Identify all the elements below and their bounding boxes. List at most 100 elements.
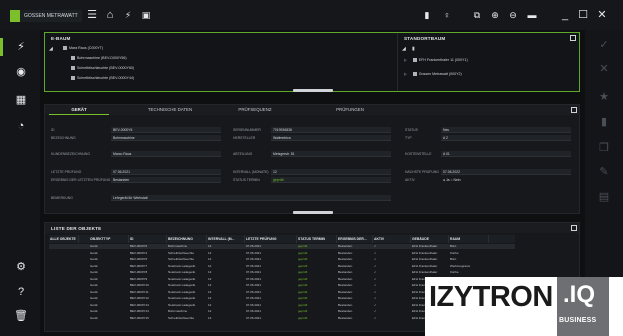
letzte-pruefung-input[interactable]: 07.06.2021	[111, 169, 221, 175]
table-row[interactable]: Gerät BEV-0000Y7 Notebook Ladegerät 12 07.06…	[49, 264, 515, 269]
bemerkung-input[interactable]: Lehrgerät für Werkstatt	[111, 195, 391, 201]
status-select[interactable]: Neu	[441, 127, 571, 133]
trash-icon[interactable]: ▮	[412, 46, 415, 52]
table-cell: Notebook Ladegerät	[168, 302, 196, 307]
settings-icon[interactable]: ⚙	[14, 260, 28, 274]
table-cell: 12	[208, 309, 212, 313]
table-row[interactable]: Gerät BEV-0000Y4 Schreibtischleuchte 12 07.0…	[49, 251, 515, 256]
col-aktiv[interactable]: AKTIV	[373, 235, 411, 243]
gauge-icon[interactable]: ◔	[14, 119, 28, 133]
tree-node[interactable]: Schreibtischleuchte (BEV-0000Y44)	[71, 76, 134, 82]
col-ergebnis[interactable]: ERGEBNIS DER...	[337, 235, 373, 243]
col-id[interactable]: ID	[129, 235, 167, 243]
tree-node[interactable]: ▷ EFH Frankenthaler 11 (000Y1)	[404, 58, 468, 64]
tree-node[interactable]: Schreibtischleuchte (BEV-0000Y60)	[71, 66, 134, 72]
tab-technische-daten[interactable]: TECHNISCHE DATEN	[135, 105, 205, 115]
table-cell: BEV-0000Y9	[130, 276, 148, 281]
intervall-input[interactable]: 12	[271, 169, 391, 175]
field-aktiv: AKTIV ● Ja ○ Nein	[405, 177, 575, 183]
naechste-pruefung-input[interactable]: 07.06.2022	[441, 169, 571, 175]
aktiv-radio-group[interactable]: ● Ja ○ Nein	[441, 177, 501, 183]
table-cell: 07.06.2021	[246, 244, 262, 248]
table-cell: 12	[208, 315, 212, 320]
splitter-handle[interactable]	[293, 211, 333, 214]
col-bezeichnung[interactable]: BEZEICHNUNG	[167, 235, 207, 243]
menu-icon[interactable]: ☰	[86, 9, 98, 21]
collapse-icon[interactable]: ◢	[402, 46, 406, 52]
table-cell: 07.06.2021	[246, 250, 262, 255]
plug-icon[interactable]: ⚡	[122, 9, 134, 21]
calendar-icon[interactable]: ▦	[14, 93, 28, 107]
table-cell: 07.06.2021	[246, 302, 262, 307]
home-icon[interactable]: ⌂	[104, 9, 116, 21]
bulb-icon[interactable]: ♀	[441, 9, 453, 21]
table-cell: ✓	[374, 250, 377, 255]
detail-panel: GERÄT TECHNISCHE DATEN PRÜFSEQUENZ PRÜFU…	[44, 104, 580, 214]
splitter-handle[interactable]	[293, 89, 333, 92]
card-icon[interactable]: ▣	[140, 9, 152, 21]
check-icon[interactable]: ✓	[597, 38, 611, 52]
copy-icon[interactable]: ❐	[597, 141, 611, 155]
zoom-in-icon[interactable]: ⊕	[489, 9, 501, 21]
table-cell: ✓	[374, 289, 377, 294]
object-list-title: LISTE DER OBJEKTE	[51, 226, 102, 231]
table-cell: Bohrmaschine	[168, 309, 188, 313]
close-icon[interactable]: ✕	[596, 9, 608, 21]
zoom-out-icon[interactable]: ⊖	[507, 9, 519, 21]
table-cell: Bestanden	[338, 244, 353, 248]
abteilung-select[interactable]: Metzgerstr. 81	[271, 151, 391, 157]
database-icon[interactable]: ◉	[14, 65, 28, 79]
table-cell: 07.06.2021	[246, 296, 262, 300]
col-status-termin[interactable]: STATUS TERMIN	[297, 235, 337, 243]
server-icon[interactable]: ▮	[421, 9, 433, 21]
hersteller-select[interactable]: Wallmetrica	[271, 135, 391, 141]
tab-geraet[interactable]: GERÄT	[49, 105, 109, 115]
col-intervall[interactable]: INTERVALL (M...	[207, 235, 245, 243]
table-cell: Notebook Ladegerät	[168, 289, 196, 294]
col-alle-objekte[interactable]: ALLE OBJEKTE	[49, 235, 79, 243]
cancel-icon[interactable]: ✕	[597, 62, 611, 76]
pin-icon[interactable]: ✎	[597, 165, 611, 179]
typ-select[interactable]: A 2	[441, 135, 571, 141]
kostenstelle-select[interactable]: A 01	[441, 151, 571, 157]
minimize-icon[interactable]: _	[559, 9, 571, 21]
col-raum[interactable]: RAUM	[449, 235, 489, 243]
table-cell: BEV-0000Y14	[130, 309, 149, 313]
tab-pruefungen[interactable]: PRÜFUNGEN	[320, 105, 380, 115]
battery-icon[interactable]: ▬	[526, 9, 538, 21]
table-cell: Bestanden	[338, 296, 353, 300]
tree-node[interactable]: Mara Raus (C000YT)	[63, 46, 103, 52]
col-gebaeude[interactable]: GEBÄUDE	[411, 235, 449, 243]
col-objekttyp[interactable]: OBJEKTTYP	[89, 235, 129, 243]
table-cell: Gerät	[90, 302, 98, 307]
id-input[interactable]: BEV-0000Y6	[111, 127, 221, 133]
table-row[interactable]: Gerät BEV-0000Y5 Schreibtischleuchte 12 07.0…	[49, 257, 515, 262]
star-icon[interactable]: ★	[597, 90, 611, 104]
tab-pruefsequenz[interactable]: PRÜFSEQUENZ	[225, 105, 285, 115]
help-icon[interactable]: ?	[14, 285, 28, 299]
ergebnis-select[interactable]: Bestanden	[111, 177, 221, 183]
collapse-icon[interactable]: ◢	[49, 46, 53, 52]
delete-icon[interactable]: ▮	[597, 115, 611, 129]
table-row[interactable]: Gerät BEV-0000Y6 Bohrmaschine 12 07.06.2021 g…	[49, 244, 515, 249]
kundenbezeichnung-input[interactable]: Marco Raus	[111, 151, 221, 157]
seriennummer-input[interactable]: 7019936838	[271, 127, 391, 133]
trash-icon[interactable]: 🗑	[14, 309, 28, 323]
field-kostenstelle: KOSTENSTELLE A 01	[405, 151, 575, 157]
maximize-icon[interactable]	[570, 35, 576, 41]
maximize-icon[interactable]	[571, 107, 577, 113]
table-cell: Schreibtischleuchte	[168, 257, 195, 261]
table-cell: BEV-0000Y13	[130, 302, 149, 307]
bezeichnung-input[interactable]: Bohrmaschine	[111, 135, 221, 141]
window-icon[interactable]: ⧉	[471, 9, 483, 21]
tree-node[interactable]: ▷ Gossen Metrawatt (000Y2)	[404, 72, 462, 78]
table-cell: Gerät	[90, 283, 98, 287]
tree-node[interactable]: Bohrmaschine (BEV-D000Y56)	[71, 56, 127, 62]
maximize-icon[interactable]	[571, 225, 577, 231]
archive-icon[interactable]: ▤	[597, 190, 611, 204]
restore-icon[interactable]: ☐	[577, 9, 589, 21]
plug-icon[interactable]: ⚡	[0, 38, 28, 56]
table-cell: Bestanden	[338, 283, 353, 287]
table-row[interactable]: Gerät BEV-0000Y8 Notebook Ladegerät 12 07.06…	[49, 270, 515, 275]
col-letzte-pruefung[interactable]: LETZTE PRÜFUNG	[245, 235, 297, 243]
